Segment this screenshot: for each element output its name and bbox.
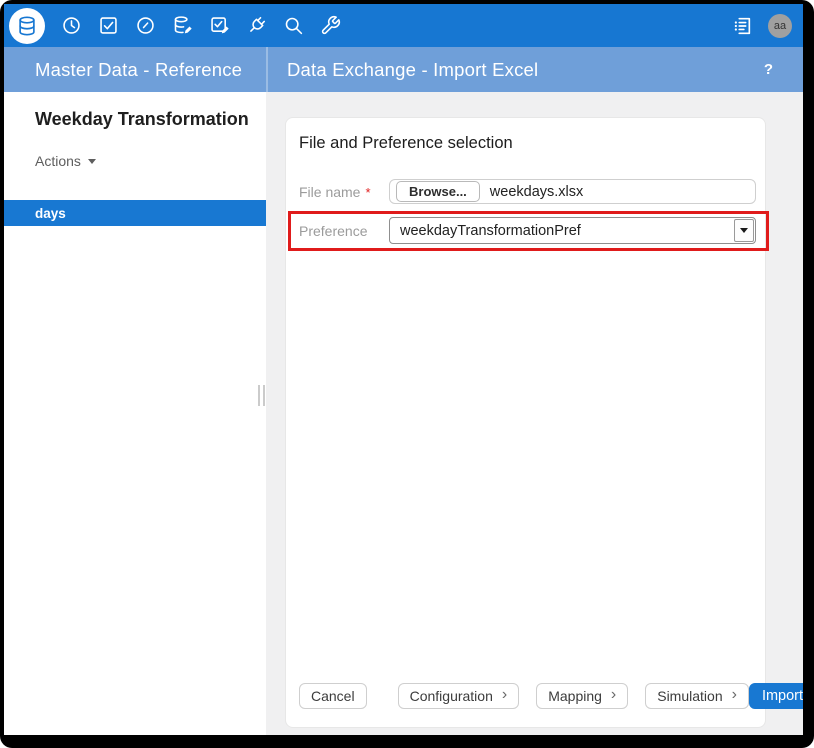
import-card: File and Preference selection File name *…: [285, 117, 766, 728]
configuration-label: Configuration: [410, 688, 493, 704]
chevron-right-icon: ›: [502, 687, 507, 703]
file-name-label: File name *: [299, 184, 389, 200]
mapping-button[interactable]: Mapping ›: [536, 683, 628, 709]
body: Weekday Transformation Actions days File…: [4, 92, 803, 735]
avatar[interactable]: aa: [768, 14, 792, 38]
import-button[interactable]: Import: [749, 683, 803, 709]
toolbar-icons: [4, 8, 341, 44]
file-name-row: File name * Browse... weekdays.xlsx: [299, 179, 756, 204]
left-panel-title: Master Data - Reference: [35, 59, 242, 81]
section-header: Master Data - Reference Data Exchange - …: [4, 47, 803, 92]
checkbox-icon[interactable]: [98, 15, 119, 36]
actions-dropdown[interactable]: Actions: [35, 153, 96, 169]
preference-select[interactable]: weekdayTransformationPref: [389, 217, 756, 244]
chevron-right-icon: ›: [732, 687, 737, 703]
preference-label: Preference: [299, 223, 389, 239]
actions-label: Actions: [35, 153, 81, 169]
plug-icon[interactable]: [246, 15, 267, 36]
database-edit-icon[interactable]: [172, 15, 193, 36]
active-app-button[interactable]: [9, 8, 45, 44]
chevron-down-icon: [88, 159, 96, 164]
main-panel: File and Preference selection File name *…: [266, 92, 803, 735]
caret-down-icon: [740, 228, 748, 233]
card-footer: Cancel Configuration › Mapping › Simulat…: [286, 683, 765, 727]
cancel-button[interactable]: Cancel: [299, 683, 367, 709]
file-input[interactable]: Browse... weekdays.xlsx: [389, 179, 756, 204]
configuration-button[interactable]: Configuration ›: [398, 683, 520, 709]
list-item[interactable]: days: [4, 200, 266, 226]
search-icon[interactable]: [283, 15, 304, 36]
wrench-icon[interactable]: [320, 15, 341, 36]
chevron-right-icon: ›: [611, 687, 616, 703]
right-panel-title: Data Exchange - Import Excel: [287, 59, 538, 81]
sidebar-list: days: [4, 200, 266, 226]
simulation-label: Simulation: [657, 688, 722, 704]
app-window: aa Master Data - Reference Data Exchange…: [0, 0, 814, 748]
header-master-data: Master Data - Reference: [4, 47, 266, 92]
page-title: Weekday Transformation: [35, 109, 266, 130]
preference-dropdown-button[interactable]: [734, 219, 754, 242]
gauge-icon[interactable]: [135, 15, 156, 36]
toolbar-right: aa: [731, 14, 792, 38]
checklist-edit-icon[interactable]: [209, 15, 230, 36]
preference-value: weekdayTransformationPref: [400, 223, 581, 239]
clock-icon[interactable]: [61, 15, 82, 36]
file-name-value: weekdays.xlsx: [490, 184, 583, 200]
app-content: aa Master Data - Reference Data Exchange…: [4, 4, 803, 735]
preference-row: Preference weekdayTransformationPref: [299, 217, 756, 244]
card-title: File and Preference selection: [299, 134, 752, 153]
sidebar: Weekday Transformation Actions days: [4, 92, 266, 735]
file-name-label-text: File name: [299, 184, 360, 200]
form-list-icon[interactable]: [731, 15, 753, 37]
mapping-label: Mapping: [548, 688, 602, 704]
browse-button[interactable]: Browse...: [396, 181, 480, 202]
help-button[interactable]: ?: [764, 47, 773, 92]
header-data-exchange: Data Exchange - Import Excel ?: [266, 47, 803, 92]
required-asterisk: *: [365, 185, 370, 200]
database-icon: [16, 15, 38, 37]
toolbar-right-icons: [731, 15, 753, 37]
top-toolbar: aa: [4, 4, 803, 47]
panel-resize-handle[interactable]: [258, 385, 265, 406]
simulation-button[interactable]: Simulation ›: [645, 683, 749, 709]
